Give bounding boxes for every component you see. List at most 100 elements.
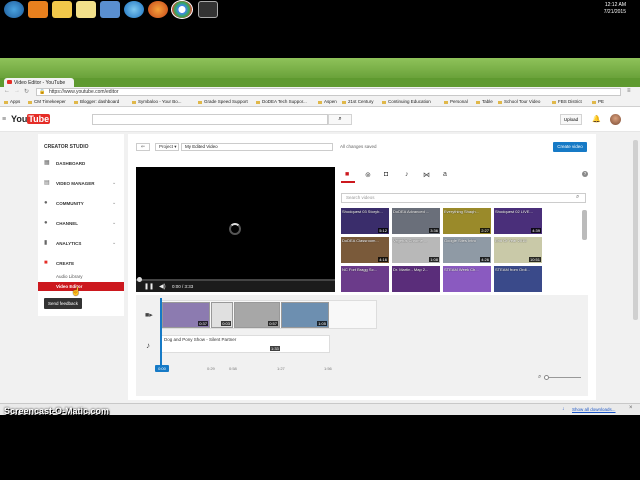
sidebar-title: CREATOR STUDIO xyxy=(44,144,89,150)
transitions-icon: ⋈ xyxy=(423,172,430,179)
tab-creative-commons[interactable]: ⊚ xyxy=(365,171,371,179)
sidebar-item-analytics[interactable]: ANALYTICS xyxy=(56,241,81,246)
forward-arrow-icon[interactable]: → xyxy=(14,88,20,94)
project-title-input[interactable]: My Edited Video xyxy=(181,143,333,151)
tab-photos[interactable]: ◘ xyxy=(384,171,388,178)
sidebar-item-dashboard[interactable]: DASHBOARD xyxy=(56,161,85,166)
bookmark-item[interactable]: Apps xyxy=(4,99,20,104)
start-button[interactable] xyxy=(4,1,24,18)
back-arrow-icon[interactable]: ← xyxy=(4,88,10,94)
chevron-down-icon[interactable]: ⌄ xyxy=(112,200,116,206)
thumbnail-scrollbar[interactable] xyxy=(582,210,587,240)
reload-icon[interactable]: ↻ xyxy=(24,88,29,95)
timeline-clip[interactable]: 0:03 xyxy=(211,302,233,328)
help-icon[interactable]: ? xyxy=(582,171,588,177)
video-thumbnail[interactable]: STEAM from Ordi... xyxy=(494,266,542,292)
zoom-slider[interactable] xyxy=(545,377,581,378)
bookmark-item[interactable]: Symbaloo - Your Bo... xyxy=(132,99,182,104)
create-video-button[interactable]: Create video xyxy=(553,142,587,152)
video-thumbnail[interactable]: NC Fort Bragg Sc... xyxy=(341,266,389,292)
chevron-down-icon[interactable]: ⌄ xyxy=(112,180,116,186)
bookmark-item[interactable]: PE xyxy=(592,99,604,104)
chrome-taskbar-icon[interactable] xyxy=(171,0,193,19)
video-thumbnail[interactable]: STEAM Week Ch... xyxy=(443,266,491,292)
screen-recorder-taskbar-icon[interactable] xyxy=(198,1,218,18)
tab-audio[interactable]: ♪ xyxy=(405,171,409,178)
show-all-downloads-link[interactable]: Show all downloads... xyxy=(572,407,616,412)
sidebar-item-channel[interactable]: CHANNEL xyxy=(56,221,78,226)
clock-time: 12:12 AM xyxy=(604,2,626,8)
bookmark-item[interactable]: Aspen xyxy=(318,99,337,104)
send-feedback-button[interactable]: Send feedback xyxy=(44,298,82,309)
bookmark-item[interactable]: Grade Speed Support xyxy=(198,99,248,104)
sidebar-item-community[interactable]: COMMUNITY xyxy=(56,201,84,206)
folder-taskbar-icon[interactable] xyxy=(76,1,96,18)
sidebar-item-audio-library[interactable]: Audio Library xyxy=(56,274,83,279)
page-scrollbar[interactable] xyxy=(633,140,638,320)
bookmark-item[interactable]: 21st Century xyxy=(342,99,374,104)
guide-menu-icon[interactable]: ≡ xyxy=(2,116,6,123)
project-dropdown[interactable]: Project ▾ xyxy=(155,143,179,151)
timeline-playhead[interactable] xyxy=(160,298,162,368)
bookmark-item[interactable]: Personal xyxy=(444,99,468,104)
search-videos-input[interactable]: Search videos xyxy=(341,193,586,203)
timeline-clip[interactable]: 1:05 xyxy=(281,302,329,328)
scrubber-handle[interactable] xyxy=(137,277,142,282)
volume-icon[interactable]: ◀) xyxy=(159,283,166,290)
video-thumbnail[interactable]: Dr. Martin - Map 2... xyxy=(392,266,440,292)
chevron-down-icon[interactable]: ⌄ xyxy=(112,240,116,246)
video-thumbnail[interactable]: DoDEA Advanced ... 3:36 xyxy=(392,208,440,234)
youtube-logo[interactable]: YouTube xyxy=(11,114,51,124)
video-thumbnail[interactable]: Shodquest 02 LIVE... 4:39 xyxy=(494,208,542,234)
bookmark-item[interactable]: Table xyxy=(476,99,493,104)
video-thumbnail[interactable]: Shodquest 03 Storyb... 5:12 xyxy=(341,208,389,234)
thumbnail-duration: 4:16 xyxy=(378,257,388,262)
video-thumbnail[interactable]: Vegetus Chrome ... 1:08 xyxy=(392,237,440,263)
menu-icon[interactable]: ≡ xyxy=(627,88,631,94)
timeline-clip[interactable]: 0:37 xyxy=(162,302,210,328)
sidebar-item-video-editor[interactable]: Video Editor xyxy=(38,282,124,291)
outlook-taskbar-icon[interactable] xyxy=(28,1,48,18)
creative-commons-icon: ⊚ xyxy=(365,172,371,179)
back-button[interactable]: ⇐ xyxy=(136,143,150,151)
upload-button[interactable]: Upload xyxy=(560,114,582,125)
text-icon: a xyxy=(443,171,447,178)
sidebar-item-video-manager[interactable]: VIDEO MANAGER xyxy=(56,181,95,186)
tab-transitions[interactable]: ⋈ xyxy=(423,171,430,179)
bookmark-item[interactable]: CM Timekeeper xyxy=(28,99,66,104)
pause-icon[interactable]: ❚❚ xyxy=(144,283,154,290)
firefox-taskbar-icon[interactable] xyxy=(148,1,168,18)
bookmark-item[interactable]: FBS District xyxy=(552,99,582,104)
address-bar[interactable]: https://www.youtube.com/editor xyxy=(36,88,621,96)
thumbnail-title: Shodquest 03 Storyb... xyxy=(342,209,383,214)
video-thumbnail[interactable]: Google Sites Intro 4:26 xyxy=(443,237,491,263)
music-note-icon: ♪ xyxy=(405,171,409,178)
video-thumbnail[interactable]: Everything Shaqh... 2:27 xyxy=(443,208,491,234)
video-thumbnail[interactable]: DoDEA Classroom... 4:16 xyxy=(341,237,389,263)
explorer-taskbar-icon[interactable] xyxy=(52,1,72,18)
zoom-slider-handle[interactable] xyxy=(544,375,549,380)
ie-taskbar-icon[interactable] xyxy=(124,1,144,18)
save-status: All changes saved xyxy=(340,144,377,149)
avatar[interactable] xyxy=(610,114,621,125)
bookmark-item[interactable]: School Tour Video xyxy=(498,99,540,104)
thumbnail-title: NC Fort Bragg Sc... xyxy=(342,267,377,272)
bookmark-item[interactable]: Blogger: dashboard xyxy=(74,99,119,104)
search-button[interactable]: ⌕ xyxy=(328,114,352,125)
player-progress-bar[interactable] xyxy=(136,279,335,281)
timeline-clip[interactable]: 0:57 xyxy=(234,302,280,328)
bookmark-item[interactable]: Continuing Education xyxy=(382,99,431,104)
sidebar-item-create[interactable]: CREATE xyxy=(56,261,74,266)
app-taskbar-icon[interactable] xyxy=(100,1,120,18)
search-input[interactable] xyxy=(92,114,328,125)
tab-videos[interactable]: ■ xyxy=(345,171,349,178)
bookmark-item[interactable]: DoDEA Tech Suppor... xyxy=(256,99,307,104)
video-manager-icon: ▤ xyxy=(44,180,50,186)
close-icon[interactable]: × xyxy=(629,405,633,411)
search-icon[interactable]: ⌕ xyxy=(576,194,579,201)
video-thumbnail[interactable]: End Of Year 2015 10:51 xyxy=(494,237,542,263)
browser-tab[interactable]: Video Editor - YouTube xyxy=(4,78,74,87)
tab-text[interactable]: a xyxy=(443,171,447,178)
chevron-down-icon[interactable]: ⌄ xyxy=(112,220,116,226)
notification-bell-icon[interactable]: 🔔 xyxy=(592,115,601,123)
